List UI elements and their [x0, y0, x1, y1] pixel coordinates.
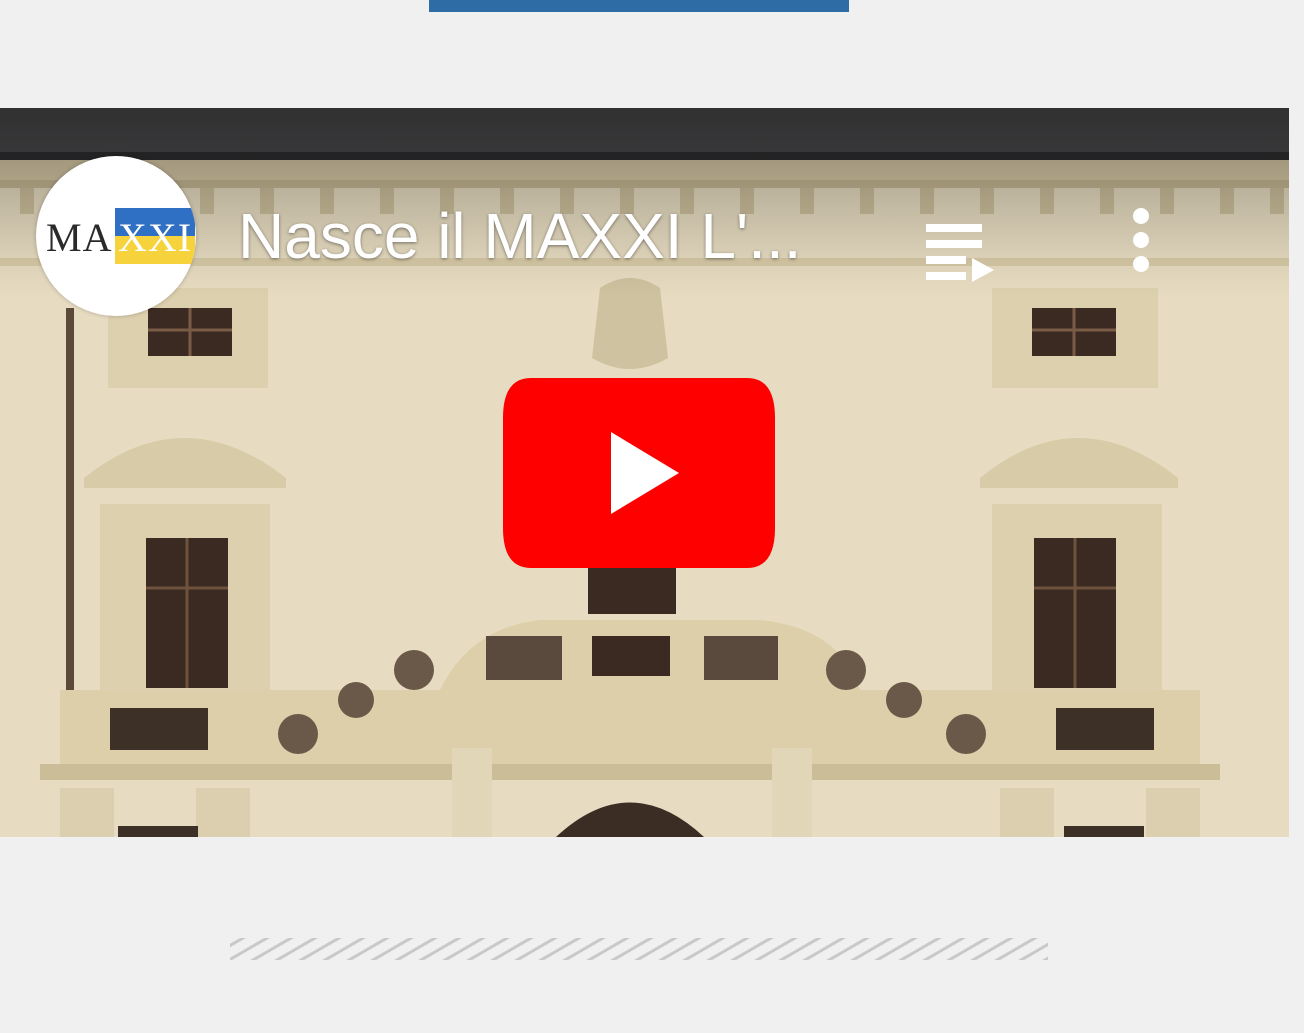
section-divider [429, 0, 849, 12]
video-title[interactable]: Nasce il MAXXI L'... [238, 204, 802, 268]
channel-logo-flag-text: XXI [118, 215, 193, 260]
playlist-icon[interactable] [922, 218, 998, 288]
channel-logo-prefix: MA [46, 215, 113, 260]
page: MA XXI Nasce il MAXXI L'... [0, 0, 1304, 1033]
channel-avatar[interactable]: MA XXI [36, 156, 196, 316]
youtube-embed[interactable]: MA XXI Nasce il MAXXI L'... [0, 108, 1289, 837]
more-vert-icon[interactable] [1126, 206, 1156, 276]
section-divider-hatched [230, 938, 1048, 960]
youtube-play-icon[interactable] [503, 378, 775, 568]
